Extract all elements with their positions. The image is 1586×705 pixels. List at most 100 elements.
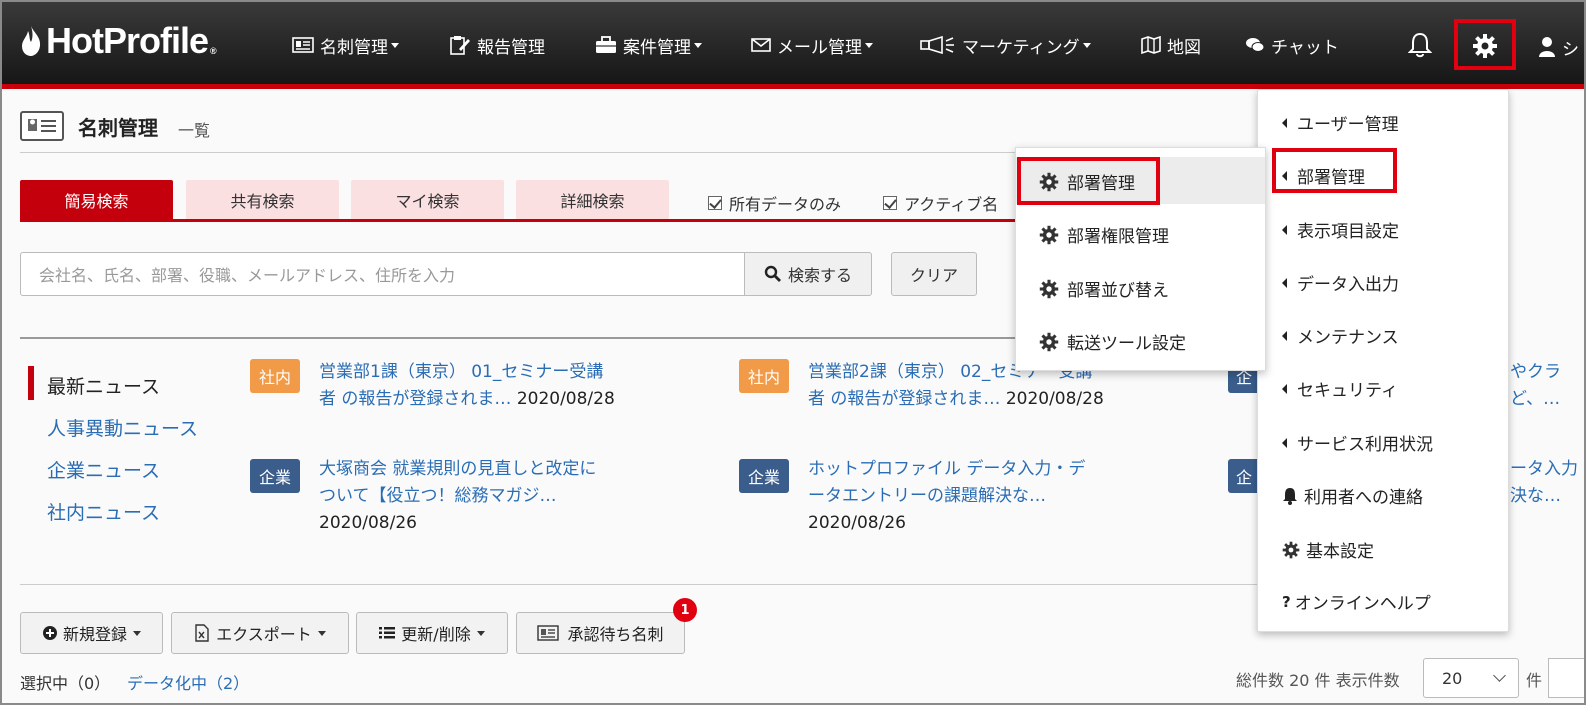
- bell-icon: [1283, 487, 1297, 505]
- search-button[interactable]: 検索する: [744, 252, 872, 296]
- caret-down-icon: [1082, 42, 1091, 48]
- settings-item-service-usage[interactable]: サービス利用状況: [1282, 430, 1433, 455]
- hotprofile-logo[interactable]: HotProfile ®: [20, 20, 217, 62]
- menu-label: 基本設定: [1306, 542, 1374, 562]
- triangle-left-icon: [1282, 437, 1287, 448]
- caret-down-icon: [694, 42, 702, 48]
- nav-mail-management[interactable]: メール管理: [751, 30, 873, 60]
- settings-item-basic-settings[interactable]: 基本設定: [1282, 537, 1374, 562]
- news-category-personnel[interactable]: 人事異動ニュース: [47, 414, 198, 441]
- settings-item-maintenance[interactable]: メンテナンス: [1282, 323, 1399, 348]
- page-subtitle: 一覧: [178, 121, 211, 140]
- news-badge-internal: 社内: [739, 359, 789, 393]
- menu-label: 部署並び替え: [1067, 281, 1169, 301]
- nav-marketing[interactable]: マーケティング: [920, 30, 1091, 60]
- selected-count: 選択中（0）: [20, 674, 111, 693]
- news-title-line1: 営業部1課（東京） 01_セミナー受講: [319, 362, 604, 382]
- user-icon[interactable]: [1538, 36, 1556, 58]
- digitizing-link[interactable]: データ化中（2）: [127, 670, 249, 694]
- caret-down-icon: [391, 42, 399, 48]
- export-button[interactable]: エクスポート: [171, 612, 349, 654]
- app-frame: HotProfile ® 名刺管理 報告管理 案件管理 メール管理 マーケティン…: [0, 0, 1586, 705]
- news-item[interactable]: 営業部1課（東京） 01_セミナー受講 者 の報告が登録されま… 2020/08…: [319, 359, 659, 413]
- nav-label: チャット: [1271, 37, 1339, 58]
- gear-icon: [1039, 225, 1059, 244]
- search-button-label: 検索する: [787, 266, 852, 285]
- gear-icon: [1282, 541, 1300, 558]
- news-item[interactable]: 大塚商会 就業規則の見直しと改定に ついて【役立つ！総務マガジ… 2020/08…: [319, 456, 659, 537]
- pagination-control[interactable]: [1548, 658, 1584, 698]
- page-title: 名刺管理: [78, 116, 158, 140]
- nav-project-management[interactable]: 案件管理: [595, 30, 702, 60]
- news-title-line1: やクラ: [1510, 362, 1561, 382]
- checkbox-label: 所有データのみ: [729, 195, 842, 214]
- nav-map[interactable]: 地図: [1141, 30, 1201, 60]
- map-icon: [1141, 36, 1161, 54]
- news-title-line1: 大塚商会 就業規則の見直しと改定に: [319, 459, 597, 479]
- menu-label: 部署権限管理: [1067, 227, 1169, 247]
- card-icon: [292, 37, 314, 53]
- menu-label: ユーザー管理: [1297, 115, 1399, 135]
- logo-registered-mark: ®: [210, 46, 217, 56]
- flame-icon: [22, 26, 41, 56]
- active-only-checkbox[interactable]: アクティブ名: [883, 191, 998, 215]
- caret-down-icon: [133, 630, 141, 636]
- news-badge-company: 企業: [739, 459, 789, 493]
- menu-label: データ入出力: [1297, 275, 1399, 295]
- triangle-left-icon: [1282, 383, 1287, 394]
- briefcase-icon: [596, 36, 616, 53]
- nav-report-management[interactable]: 報告管理: [449, 30, 545, 60]
- news-item-clipped[interactable]: ータ入力 決な…: [1510, 456, 1584, 510]
- news-title-line2: 者 の報告が登録されま…: [808, 389, 1001, 409]
- news-date: 2020/08/26: [808, 513, 906, 533]
- submenu-item-department-permissions[interactable]: 部署権限管理: [1039, 222, 1169, 247]
- pending-approval-button[interactable]: 承認待ち名刺: [516, 612, 685, 654]
- news-date: 2020/08/28: [1005, 389, 1104, 409]
- submenu-item-department-sort[interactable]: 部署並び替え: [1039, 276, 1169, 301]
- report-icon: [450, 36, 470, 55]
- settings-item-user-notice[interactable]: 利用者への連絡: [1282, 483, 1423, 508]
- button-label: 承認待ち名刺: [567, 625, 664, 644]
- nav-chat[interactable]: チャット: [1245, 30, 1339, 60]
- card-icon: [28, 119, 56, 132]
- checkbox-checked-icon: [883, 196, 897, 210]
- new-registration-button[interactable]: 新規登録: [20, 612, 163, 654]
- logo-text: HotProfile: [46, 20, 209, 61]
- search-placeholder: 会社名、氏名、部署、役職、メールアドレス、住所を入力: [39, 266, 456, 285]
- user-name[interactable]: シ: [1562, 35, 1579, 60]
- news-title-line2: ど、…: [1510, 389, 1561, 409]
- tab-simple-search[interactable]: 簡易検索: [20, 180, 173, 220]
- settings-item-display-fields[interactable]: 表示項目設定: [1282, 217, 1399, 242]
- chevron-down-icon: [1493, 669, 1506, 682]
- settings-item-security[interactable]: セキュリティ: [1282, 376, 1398, 401]
- tab-my-search[interactable]: マイ検索: [351, 180, 504, 220]
- clear-button[interactable]: クリア: [891, 252, 977, 296]
- submenu-item-transfer-tool-settings[interactable]: 転送ツール設定: [1039, 329, 1186, 354]
- news-category-company[interactable]: 企業ニュース: [47, 456, 160, 483]
- nav-label: メール管理: [777, 37, 862, 58]
- settings-item-data-io[interactable]: データ入出力: [1282, 270, 1399, 295]
- settings-highlight-box: [1454, 19, 1516, 70]
- search-icon: [764, 265, 781, 282]
- news-badge-company: 企業: [250, 459, 300, 493]
- news-item-clipped[interactable]: やクラ ど、…: [1510, 359, 1584, 413]
- owned-data-only-checkbox[interactable]: 所有データのみ: [708, 191, 841, 215]
- tab-shared-search[interactable]: 共有検索: [186, 180, 339, 220]
- menu-label: サービス利用状況: [1297, 435, 1433, 455]
- settings-item-user-management[interactable]: ユーザー管理: [1282, 110, 1399, 135]
- news-date: 2020/08/26: [319, 513, 417, 533]
- bell-icon[interactable]: [1408, 32, 1432, 58]
- chat-icon: [1246, 38, 1265, 52]
- triangle-left-icon: [1282, 224, 1287, 235]
- tab-detail-search[interactable]: 詳細検索: [516, 180, 669, 220]
- search-input[interactable]: 会社名、氏名、部署、役職、メールアドレス、住所を入力: [20, 252, 746, 296]
- news-title-line1: ホットプロファイル データ入力・デ: [808, 459, 1086, 479]
- news-category-latest[interactable]: 最新ニュース: [47, 372, 160, 399]
- news-title-line1: ータ入力: [1510, 459, 1578, 479]
- per-page-select[interactable]: 20: [1423, 658, 1519, 698]
- update-delete-button[interactable]: 更新/削除: [356, 612, 508, 654]
- news-item[interactable]: ホットプロファイル データ入力・デ ータエントリーの課題解決な… 2020/08…: [808, 456, 1148, 537]
- news-category-internal[interactable]: 社内ニュース: [47, 498, 160, 525]
- nav-card-management[interactable]: 名刺管理: [292, 30, 399, 60]
- settings-item-online-help[interactable]: ? オンラインヘルプ: [1282, 589, 1431, 615]
